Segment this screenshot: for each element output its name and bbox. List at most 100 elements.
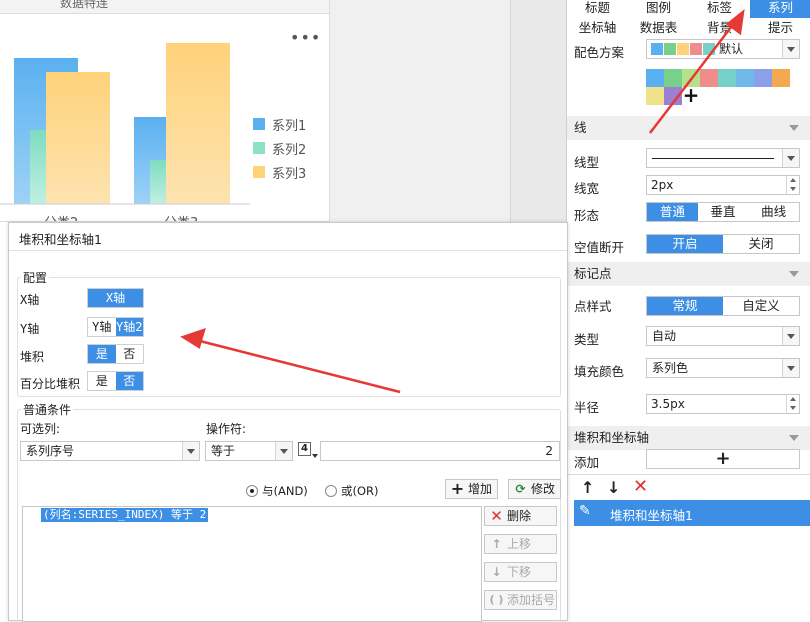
percent-stack-yes[interactable]: 是: [88, 372, 116, 390]
add-condition-button[interactable]: + 增加: [445, 479, 498, 499]
list-item-label: 堆积和坐标轴1: [610, 508, 693, 523]
radio-or-label: 或(OR): [341, 484, 379, 498]
tab-row-1: 标题 图例 标签 系列: [567, 0, 810, 18]
stack-axis-section-header[interactable]: 堆积和坐标轴: [567, 426, 810, 450]
tab-label[interactable]: 标签: [689, 0, 750, 18]
legend-label-1: 系列1: [272, 119, 307, 134]
arrow-up-icon: ↑: [491, 537, 502, 551]
marker-section-header[interactable]: 标记点: [567, 262, 810, 286]
color-palette[interactable]: +: [646, 69, 792, 105]
tab-row-2: 坐标轴 数据表 背景 提示: [567, 18, 810, 38]
bar-series3-cat3: [166, 43, 230, 204]
value-text: 2: [545, 444, 553, 458]
column-value: 系列序号: [26, 444, 75, 458]
bar-series3-cat2: [46, 72, 110, 204]
plus-icon: +: [450, 479, 465, 498]
shape-label: 形态: [574, 208, 600, 223]
add-bracket-label: 添加括号: [507, 593, 556, 607]
x-axis-option[interactable]: X轴: [88, 289, 143, 307]
null-break-toggle: 开启 关闭: [646, 234, 800, 254]
stack-axis-list-item[interactable]: ✎ 堆积和坐标轴1: [574, 500, 810, 526]
modify-condition-button[interactable]: ⟳ 修改: [508, 479, 561, 499]
add-stack-axis-button[interactable]: +: [646, 449, 800, 469]
null-break-off[interactable]: 关闭: [723, 235, 799, 253]
tab-data-table[interactable]: 数据表: [628, 18, 689, 38]
move-up-icon[interactable]: ↑: [581, 478, 594, 497]
type-label: 类型: [574, 332, 600, 347]
shape-option-curve[interactable]: 曲线: [748, 203, 800, 221]
tab-tooltip[interactable]: 提示: [750, 18, 810, 38]
line-section-header[interactable]: 线: [567, 116, 810, 140]
delete-condition-label: 删除: [507, 509, 532, 523]
stack-no[interactable]: 否: [115, 345, 143, 363]
spinner-icon[interactable]: [786, 395, 799, 413]
operator-select[interactable]: 等于: [205, 441, 293, 461]
edit-pencil-icon[interactable]: ✎: [579, 503, 591, 519]
move-up-label: 上移: [507, 537, 532, 551]
arrow-down-icon: ↓: [491, 565, 502, 579]
condition-legend: 普通条件: [21, 401, 74, 418]
tab-background[interactable]: 背景: [689, 18, 750, 38]
percent-stack-toggle: 是 否: [87, 371, 144, 391]
percent-stack-label: 百分比堆积: [20, 377, 81, 391]
move-down-label: 下移: [507, 565, 532, 579]
marker-section-title: 标记点: [574, 266, 612, 281]
y-axis-option-1[interactable]: Y轴: [88, 318, 116, 336]
legend-label-2: 系列2: [272, 143, 307, 158]
add-label: 添加: [574, 455, 600, 470]
tab-axis[interactable]: 坐标轴: [567, 18, 628, 38]
fill-color-label: 填充颜色: [574, 364, 625, 379]
point-style-normal[interactable]: 常规: [647, 297, 723, 315]
move-down-button[interactable]: ↓ 下移: [484, 562, 557, 582]
type-select[interactable]: 自动: [646, 326, 800, 346]
condition-list[interactable]: (列名:SERIES_INDEX) 等于 2: [22, 506, 482, 622]
tab-title[interactable]: 标题: [567, 0, 628, 18]
radius-value: 3.5px: [651, 397, 685, 411]
tab-legend[interactable]: 图例: [628, 0, 689, 18]
collapse-icon: [789, 271, 799, 277]
shape-option-vertical[interactable]: 垂直: [697, 203, 749, 221]
radio-and[interactable]: [246, 485, 258, 497]
null-break-label: 空值断开: [574, 240, 625, 255]
column-label: 可选列:: [20, 422, 61, 436]
dialog-title: 堆积和坐标轴1: [19, 232, 102, 247]
operator-label: 操作符:: [206, 422, 247, 436]
chevron-down-icon: [275, 442, 292, 460]
solid-line-icon: [652, 158, 774, 159]
chevron-down-icon: [782, 40, 799, 58]
y-axis-label: Y轴: [20, 322, 40, 336]
delete-icon[interactable]: ✕: [633, 476, 648, 497]
number-type-icon: 4: [298, 442, 311, 456]
move-down-icon[interactable]: ↓: [607, 478, 620, 497]
spinner-icon[interactable]: [786, 176, 799, 194]
add-bracket-button[interactable]: ( ) 添加括号: [484, 590, 557, 610]
stack-yes[interactable]: 是: [88, 345, 116, 363]
radio-or[interactable]: [325, 485, 337, 497]
category-label: 分类3: [164, 212, 198, 221]
bar-series2-cat2: [30, 130, 48, 204]
null-break-on[interactable]: 开启: [647, 235, 723, 253]
line-section-title: 线: [574, 120, 587, 135]
stack-label: 堆积: [20, 350, 45, 364]
line-type-select[interactable]: [646, 148, 800, 168]
line-width-input[interactable]: 2px: [646, 175, 800, 195]
config-legend: 配置: [21, 269, 50, 286]
y-axis-option-2[interactable]: Y轴2: [115, 318, 143, 336]
radius-input[interactable]: 3.5px: [646, 394, 800, 414]
delete-condition-button[interactable]: ✕ 删除: [484, 506, 557, 526]
x-axis-toggle: X轴: [87, 288, 144, 308]
column-select[interactable]: 系列序号: [20, 441, 200, 461]
point-style-custom[interactable]: 自定义: [723, 297, 799, 315]
percent-stack-no[interactable]: 否: [115, 372, 143, 390]
fill-color-select[interactable]: 系列色: [646, 358, 800, 378]
type-value: 自动: [652, 329, 677, 343]
move-up-button[interactable]: ↑ 上移: [484, 534, 557, 554]
tab-series[interactable]: 系列: [750, 0, 810, 18]
value-type-button[interactable]: 4: [298, 442, 318, 462]
bar-series2-cat3: [150, 160, 168, 204]
add-condition-label: 增加: [468, 482, 493, 496]
value-input[interactable]: 2: [320, 441, 560, 461]
add-color-icon[interactable]: +: [682, 85, 700, 105]
shape-option-normal[interactable]: 普通: [647, 203, 698, 221]
condition-item[interactable]: (列名:SERIES_INDEX) 等于 2: [41, 508, 209, 522]
